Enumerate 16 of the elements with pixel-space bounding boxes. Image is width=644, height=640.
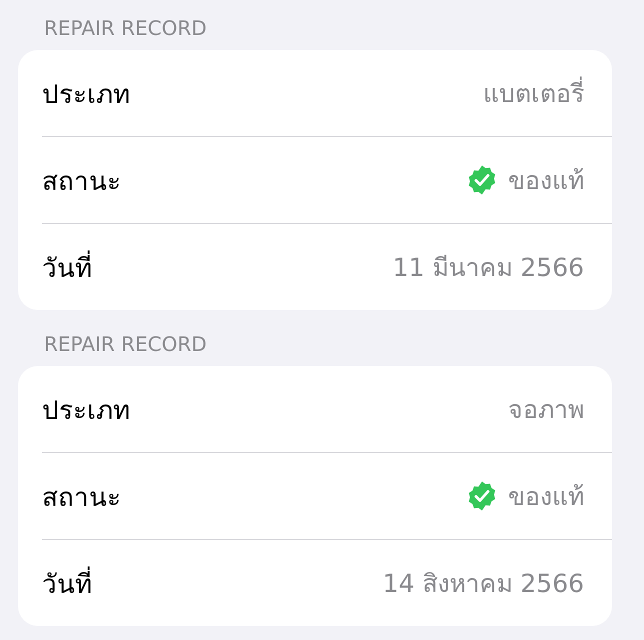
row-value: แบตเตอรี่	[483, 73, 584, 113]
row-label: ประเภท	[42, 394, 130, 428]
section-header: REPAIR RECORD	[43, 332, 208, 358]
check-badge-icon	[466, 480, 498, 512]
row-value: 11 มีนาคม 2566	[392, 252, 584, 284]
row-value: จอภาพ	[508, 394, 584, 426]
row-label: สถานะ	[42, 166, 121, 198]
row-value: ของแท้	[508, 481, 584, 513]
row-label: วันที่	[42, 562, 92, 604]
row-label: ประเภท	[42, 78, 130, 112]
row-value: ของแท้	[508, 165, 584, 197]
row-label: สถานะ	[42, 482, 121, 514]
check-badge-icon	[466, 164, 498, 196]
row-value: 14 สิงหาคม 2566	[382, 568, 584, 600]
section-header: REPAIR RECORD	[43, 16, 208, 42]
row-label: วันที่	[42, 246, 92, 288]
